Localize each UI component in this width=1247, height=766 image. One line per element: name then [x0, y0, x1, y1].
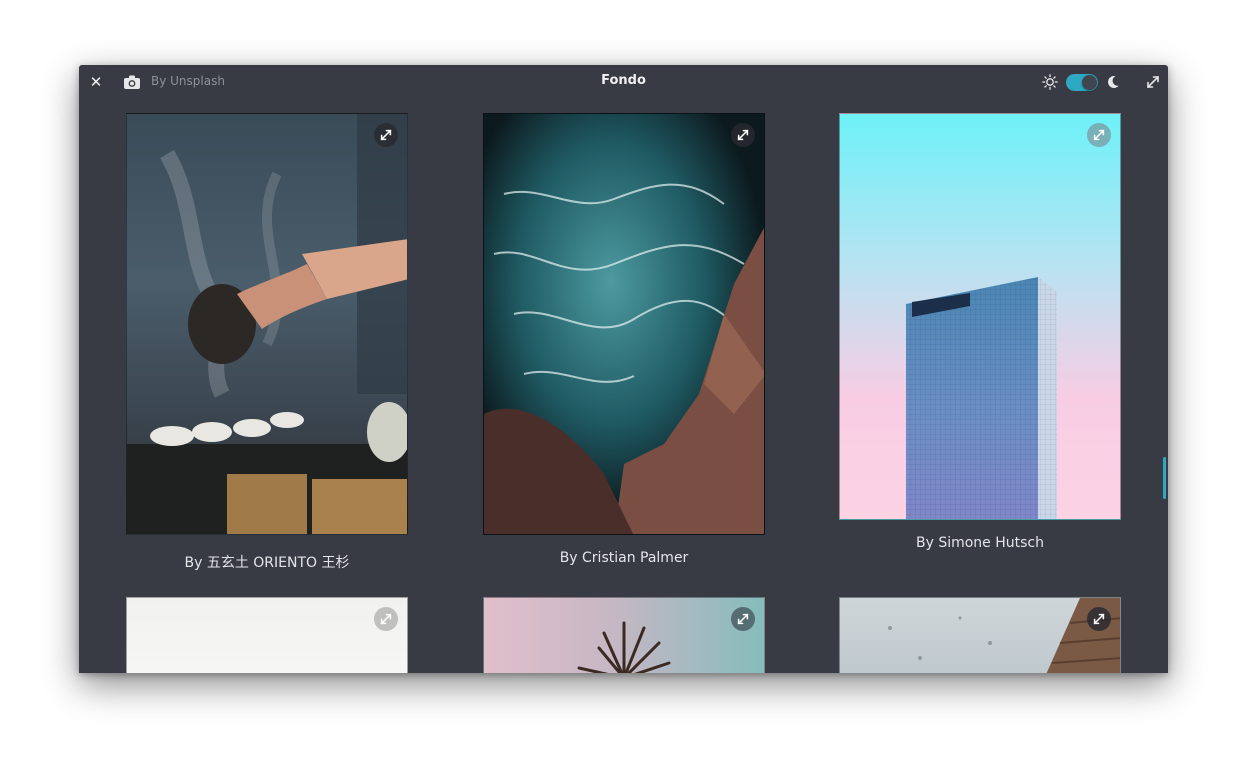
skyscraper-photo-illustration	[906, 277, 1057, 519]
wallpaper-image[interactable]	[839, 113, 1121, 520]
expand-icon[interactable]	[731, 123, 755, 147]
building-photo-illustration	[888, 598, 1120, 673]
expand-icon[interactable]	[374, 607, 398, 631]
wallpaper-card[interactable]	[839, 597, 1121, 673]
wallpaper-card[interactable]: By 五玄土 ORIENTO 王杉	[126, 113, 408, 583]
photo-credit: By 五玄土 ORIENTO 王杉	[184, 555, 350, 571]
moon-icon	[1107, 76, 1119, 89]
palm-photo-illustration	[577, 621, 671, 673]
expand-icon[interactable]	[1087, 123, 1111, 147]
photo-credit: By Simone Hutsch	[915, 535, 1044, 551]
expand-icon[interactable]	[1087, 607, 1111, 631]
wallpaper-image[interactable]	[126, 113, 408, 535]
wallpaper-image[interactable]	[839, 597, 1121, 673]
photo-credit: By Cristian Palmer	[559, 550, 689, 566]
maximize-icon[interactable]	[1145, 74, 1161, 90]
expand-icon[interactable]	[731, 607, 755, 631]
wallpaper-image[interactable]	[483, 113, 765, 535]
sun-icon	[1042, 74, 1058, 90]
dark-mode-toggle[interactable]	[1066, 74, 1098, 91]
tea-photo-illustration	[127, 114, 407, 534]
toggle-knob	[1082, 75, 1097, 90]
wallpaper-card[interactable]	[126, 597, 408, 673]
wallpaper-card[interactable]: By Cristian Palmer	[483, 113, 765, 583]
window-title: Fondo	[601, 73, 646, 88]
wallpaper-card[interactable]: By Simone Hutsch	[839, 113, 1121, 563]
expand-icon[interactable]	[374, 123, 398, 147]
scrollbar[interactable]	[1163, 457, 1166, 499]
wallpaper-card[interactable]	[483, 597, 765, 673]
wallpaper-image[interactable]	[126, 597, 408, 673]
wallpaper-image[interactable]	[483, 597, 765, 673]
titlebar: ✕ By Unsplash Fondo	[79, 65, 1168, 99]
ocean-photo-illustration	[484, 114, 764, 534]
app-window: ✕ By Unsplash Fondo By 五玄土 ORIENTO 王杉 By…	[79, 65, 1168, 673]
